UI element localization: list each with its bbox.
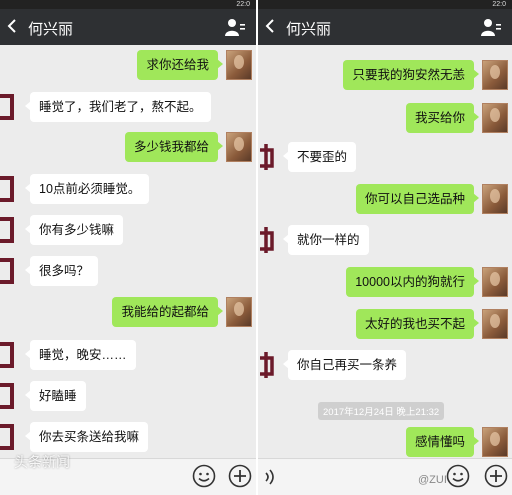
- message-bubble[interactable]: 睡觉了，我们老了，熬不起。: [25, 92, 211, 122]
- back-arrow-icon[interactable]: [265, 19, 275, 33]
- message-row: 就你一样的: [258, 225, 369, 255]
- my-avatar[interactable]: [226, 297, 252, 327]
- message-row: 我能给的起都给: [112, 297, 252, 327]
- message-bubble[interactable]: 感情懂吗: [405, 427, 480, 457]
- message-row: 求你还给我: [137, 50, 252, 80]
- message-bubble[interactable]: 10000以内的狗就行: [346, 267, 479, 297]
- message-bubble[interactable]: 10点前必须睡觉。: [24, 174, 150, 204]
- message-row: 好瞌睡: [0, 381, 86, 411]
- message-row: 很多吗？: [0, 256, 99, 286]
- message-row: 我买给你: [405, 103, 508, 133]
- my-avatar[interactable]: [482, 427, 508, 457]
- message-row: 睡觉，晚安……: [0, 340, 136, 370]
- my-avatar[interactable]: [482, 309, 508, 339]
- message-row: 太好的我也买不起: [355, 309, 508, 339]
- my-avatar[interactable]: [482, 267, 508, 297]
- watermark-text: @ZUI: [418, 474, 447, 486]
- message-bubble[interactable]: 求你还给我: [137, 50, 223, 80]
- my-avatar[interactable]: [482, 60, 508, 90]
- contact-avatar[interactable]: [0, 174, 26, 204]
- status-bar: 22:0: [258, 0, 512, 9]
- message-bubble[interactable]: 好瞌睡: [25, 381, 86, 411]
- message-bubble[interactable]: 很多吗？: [24, 256, 99, 286]
- watermark-text: 头条新闻: [14, 454, 70, 470]
- message-row: 你自己再买一条养: [258, 350, 407, 380]
- message-bubble[interactable]: 不要歪的: [282, 142, 357, 172]
- voice-wave-icon[interactable]: [260, 466, 282, 488]
- status-time: 22:0: [492, 1, 506, 8]
- message-bubble[interactable]: 多少钱我都给: [124, 132, 224, 162]
- message-row: 10点前必须睡觉。: [0, 174, 150, 204]
- contact-avatar[interactable]: [0, 92, 26, 122]
- message-bubble[interactable]: 你自己再买一条养: [282, 350, 407, 380]
- contact-avatar[interactable]: [258, 350, 284, 380]
- input-bar: [258, 458, 512, 495]
- chat-title: 何兴丽: [286, 21, 332, 38]
- plus-icon[interactable]: [484, 464, 508, 488]
- emoji-icon[interactable]: [192, 464, 216, 488]
- message-row: 你有多少钱嘛: [0, 215, 124, 245]
- title-bar: 何兴丽: [258, 9, 512, 45]
- left-chat-panel: 22:0 何兴丽 求你还给我 睡觉了，我们老了，熬不起。 多少钱我都给 10点前…: [0, 0, 256, 495]
- message-row: 10000以内的狗就行: [346, 267, 508, 297]
- contact-info-icon[interactable]: [224, 17, 246, 37]
- right-chat-panel: 22:0 何兴丽 只要我的狗安然无恙 我买给你 不要歪的 你可以自己选品种 就你…: [256, 0, 512, 495]
- contact-avatar[interactable]: [258, 142, 284, 172]
- status-bar: 22:0: [0, 0, 256, 9]
- my-avatar[interactable]: [226, 132, 252, 162]
- message-bubble[interactable]: 就你一样的: [283, 225, 369, 255]
- voice-plus-icon[interactable]: [228, 464, 252, 488]
- message-bubble[interactable]: 只要我的狗安然无恙: [343, 60, 479, 90]
- message-bubble[interactable]: 你有多少钱嘛: [24, 215, 124, 245]
- message-bubble[interactable]: 你去买条送给我嘛: [24, 422, 149, 452]
- message-bubble[interactable]: 你可以自己选品种: [355, 184, 480, 214]
- my-avatar[interactable]: [482, 103, 508, 133]
- message-row: 你可以自己选品种: [355, 184, 508, 214]
- message-row: 你去买条送给我嘛: [0, 422, 149, 452]
- message-row: 不要歪的: [258, 142, 357, 172]
- contact-avatar[interactable]: [0, 215, 26, 245]
- message-row: 感情懂吗: [405, 427, 508, 457]
- contact-avatar[interactable]: [258, 225, 284, 255]
- contact-avatar[interactable]: [0, 340, 26, 370]
- message-bubble[interactable]: 我买给你: [405, 103, 480, 133]
- contact-avatar[interactable]: [0, 422, 26, 452]
- message-bubble[interactable]: 我能给的起都给: [112, 297, 223, 327]
- chat-title: 何兴丽: [28, 21, 74, 38]
- message-row: 只要我的狗安然无恙: [343, 60, 508, 90]
- message-timestamp: 2017年12月24日 晚上21:32: [318, 402, 445, 420]
- message-bubble[interactable]: 太好的我也买不起: [355, 309, 480, 339]
- title-bar: 何兴丽: [0, 9, 256, 45]
- message-row: 多少钱我都给: [124, 132, 252, 162]
- status-time: 22:0: [236, 1, 250, 8]
- message-bubble[interactable]: 睡觉，晚安……: [25, 340, 136, 370]
- contact-avatar[interactable]: [0, 256, 26, 286]
- my-avatar[interactable]: [226, 50, 252, 80]
- my-avatar[interactable]: [482, 184, 508, 214]
- emoji-icon[interactable]: [446, 464, 470, 488]
- back-arrow-icon[interactable]: [7, 19, 17, 33]
- contact-avatar[interactable]: [0, 381, 26, 411]
- message-row: 睡觉了，我们老了，熬不起。: [0, 92, 211, 122]
- contact-info-icon[interactable]: [480, 17, 502, 37]
